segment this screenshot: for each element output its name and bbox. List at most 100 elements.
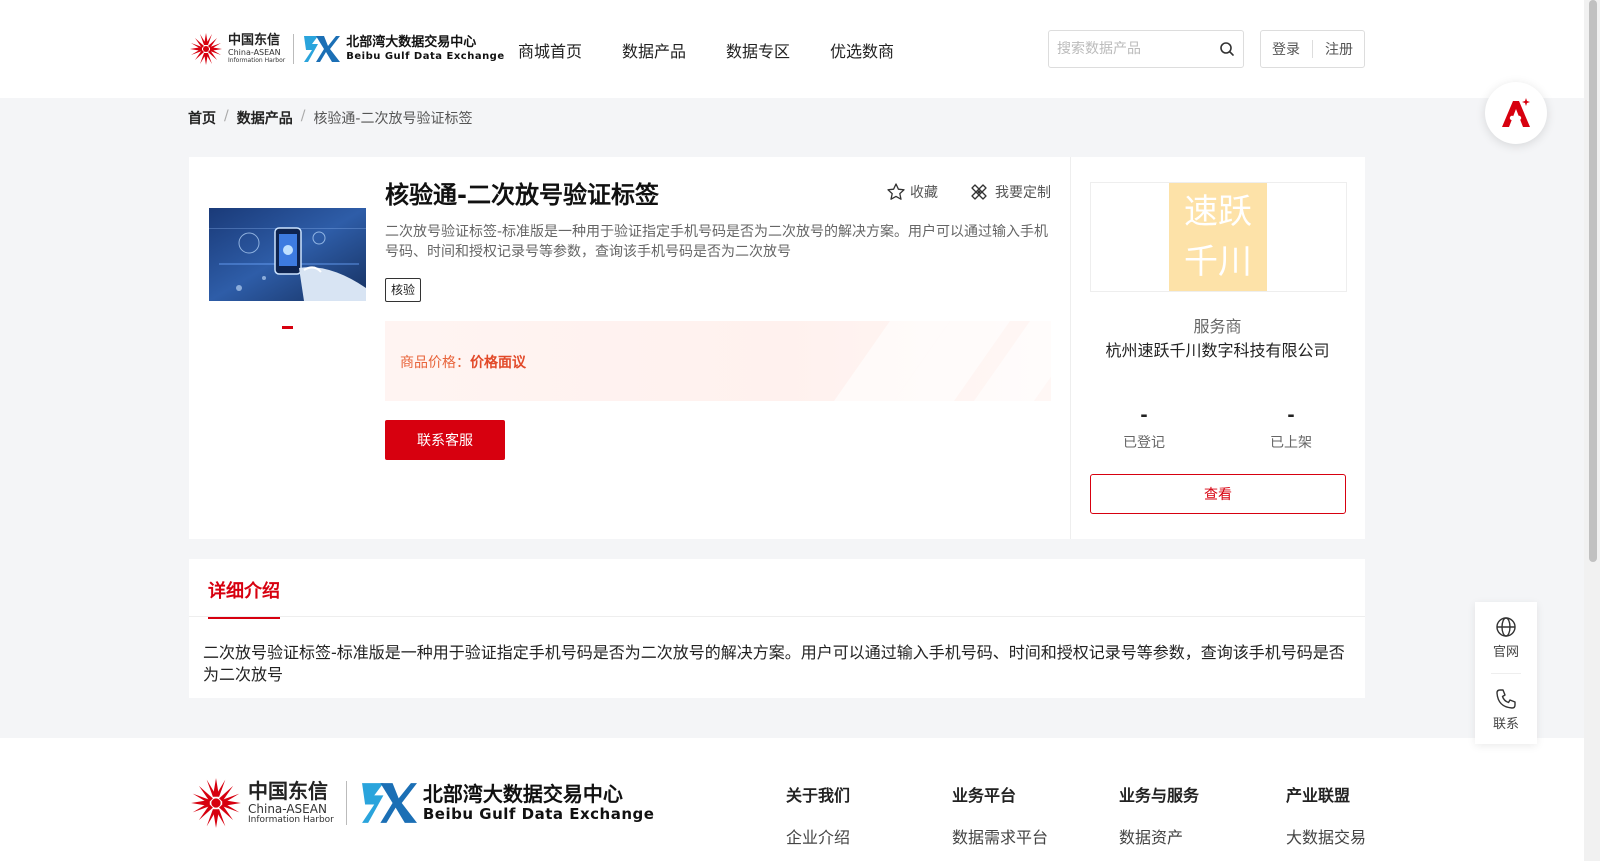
- breadcrumb-bar: 首页 / 数据产品 / 核验通-二次放号验证标签: [0, 98, 1584, 137]
- customize-button[interactable]: 我要定制: [969, 182, 1051, 202]
- breadcrumb-home[interactable]: 首页: [188, 108, 216, 128]
- register-link[interactable]: 注册: [1325, 39, 1353, 59]
- footer-link[interactable]: 数据资产: [1119, 824, 1199, 848]
- logo-bb-line1: 北部湾大数据交易中心: [346, 35, 477, 50]
- tab-underline: [189, 616, 1365, 617]
- footer-link[interactable]: 数据需求平台: [952, 824, 1048, 848]
- auth-divider: [1312, 40, 1313, 58]
- side-contact-button[interactable]: 联系: [1475, 688, 1537, 732]
- listed-label: 已上架: [1270, 435, 1312, 451]
- product-image[interactable]: [209, 208, 366, 301]
- breadcrumb-current: 核验通-二次放号验证标签: [313, 111, 473, 127]
- customize-tools-icon: [971, 184, 987, 200]
- logo-cn-line1: 中国东信: [228, 33, 281, 48]
- breadcrumb-category[interactable]: 数据产品: [237, 108, 293, 128]
- beibu-gulf-bx-icon: [304, 36, 341, 62]
- footer-china-asean-logo-text: 中国东信 China-ASEAN Information Harbor: [248, 781, 334, 825]
- customize-label: 我要定制: [995, 185, 1051, 201]
- logo-cn-line2: China-ASEAN: [248, 802, 327, 816]
- side-website-button[interactable]: 官网: [1475, 616, 1537, 660]
- favorite-button[interactable]: 收藏: [886, 182, 938, 202]
- phone-icon: [1496, 689, 1516, 709]
- logo-bb-line2: Beibu Gulf Data Exchange: [422, 805, 655, 823]
- price-text: 商品价格：价格面议: [400, 352, 526, 372]
- product-description: 二次放号验证标签-标准版是一种用于验证指定手机号码是否为二次放号的解决方案。用户…: [385, 224, 1049, 260]
- side-contact-label: 联系: [1492, 717, 1519, 732]
- china-asean-logo-text: 中国东信 China-ASEAN Information Harbor: [228, 34, 285, 64]
- logo-divider: [345, 781, 347, 825]
- detail-text: 二次放号验证标签-标准版是一种用于验证指定手机号码是否为二次放号的解决方案。用户…: [203, 643, 1345, 684]
- footer-link[interactable]: 大数据交易: [1286, 824, 1366, 848]
- nav-data-products[interactable]: 数据产品: [622, 38, 686, 62]
- logo-bb-line2: Beibu Gulf Data Exchange: [346, 51, 505, 62]
- breadcrumb: 首页 / 数据产品 / 核验通-二次放号验证标签: [188, 108, 473, 128]
- beibu-gulf-bx-icon: [361, 783, 417, 823]
- logo-cn-line1: 中国东信: [248, 779, 328, 803]
- search-input[interactable]: [1057, 41, 1219, 57]
- star-icon: [887, 183, 905, 200]
- china-asean-flower-icon: [190, 33, 222, 65]
- breadcrumb-separator: /: [300, 108, 306, 124]
- product-tag: 核验: [385, 278, 422, 302]
- globe-icon: [1496, 617, 1516, 637]
- footer-col-title: 产业联盟: [1286, 786, 1351, 805]
- search-icon[interactable]: [1219, 41, 1235, 57]
- listed-stat: - 已上架: [1231, 405, 1351, 452]
- view-vendor-button[interactable]: 查看: [1090, 474, 1346, 514]
- footer-col-about: 关于我们 企业介绍: [786, 782, 850, 848]
- footer-beibu-gulf-logo-text: 北部湾大数据交易中心 Beibu Gulf Data Exchange: [423, 784, 655, 822]
- price-label: 商品价格：: [400, 355, 470, 371]
- footer-logo[interactable]: 中国东信 China-ASEAN Information Harbor 北部湾大…: [188, 774, 654, 832]
- carousel-indicator[interactable]: [282, 326, 293, 329]
- price-panel: 商品价格：价格面议: [385, 321, 1051, 401]
- vendor-logo-line2: 千川: [1184, 242, 1252, 282]
- nav-data-zone[interactable]: 数据专区: [726, 38, 790, 62]
- vendor-logo-mark: 速跃 千川: [1169, 183, 1267, 291]
- footer-col-alliance: 产业联盟 大数据交易: [1286, 782, 1366, 848]
- footer-link[interactable]: 企业介绍: [786, 824, 850, 848]
- footer-col-title: 关于我们: [786, 786, 851, 805]
- listed-value: -: [1287, 405, 1295, 426]
- logo-cn-line3: Information Harbor: [228, 57, 286, 64]
- registered-stat: - 已登记: [1084, 405, 1204, 452]
- auth-box: 登录 注册: [1260, 30, 1365, 68]
- breadcrumb-separator: /: [224, 108, 229, 124]
- side-website-label: 官网: [1492, 645, 1519, 660]
- nav-mall-home[interactable]: 商城首页: [518, 38, 582, 62]
- footer-col-services: 业务与服务 数据资产: [1119, 782, 1199, 848]
- logo-bb-line1: 北部湾大数据交易中心: [422, 782, 623, 806]
- ai-assistant-icon: [1502, 98, 1530, 127]
- footer-col-title: 业务与服务: [1119, 786, 1200, 805]
- logo-cn-line2: China-ASEAN: [228, 48, 281, 57]
- side-float-panel: 官网 联系: [1475, 602, 1537, 744]
- logo-divider: [293, 34, 295, 64]
- registered-value: -: [1140, 405, 1148, 426]
- scrollbar-thumb[interactable]: [1589, 0, 1597, 562]
- registered-label: 已登记: [1123, 435, 1165, 451]
- vendor-role: 服务商: [1193, 317, 1242, 336]
- product-title: 核验通-二次放号验证标签: [385, 181, 659, 209]
- contact-service-button[interactable]: 联系客服: [385, 420, 505, 460]
- detail-section: 详细介绍 二次放号验证标签-标准版是一种用于验证指定手机号码是否为二次放号的解决…: [189, 559, 1365, 698]
- beibu-gulf-logo-text: 北部湾大数据交易中心 Beibu Gulf Data Exchange: [346, 36, 504, 62]
- vendor-logo-line1: 速跃: [1184, 192, 1252, 232]
- main-nav: 商城首页 数据产品 数据专区 优选数商: [518, 38, 894, 62]
- favorite-label: 收藏: [910, 185, 938, 201]
- footer-col-title: 业务平台: [952, 786, 1017, 805]
- header: 中国东信 China-ASEAN Information Harbor 北部湾大…: [0, 0, 1584, 98]
- product-card: 核验通-二次放号验证标签 收藏 我要定制 二次放号验证标签-标准版是一种用于验证…: [189, 157, 1365, 539]
- vendor-logo[interactable]: 速跃 千川: [1090, 182, 1347, 292]
- footer: 中国东信 China-ASEAN Information Harbor 北部湾大…: [0, 738, 1584, 861]
- logo-cn-line3: Information Harbor: [248, 815, 334, 825]
- nav-preferred-merchants[interactable]: 优选数商: [830, 38, 894, 62]
- tab-detail-intro[interactable]: 详细介绍: [208, 577, 280, 619]
- search-box: [1048, 30, 1244, 68]
- china-asean-flower-icon: [191, 778, 241, 828]
- site-logo[interactable]: 中国东信 China-ASEAN Information Harbor 北部湾大…: [188, 30, 505, 68]
- footer-col-platform: 业务平台 数据需求平台: [952, 782, 1048, 848]
- login-link[interactable]: 登录: [1272, 39, 1300, 59]
- price-value: 价格面议: [470, 355, 526, 371]
- vendor-name: 杭州速跃千川数字科技有限公司: [1105, 341, 1330, 360]
- side-divider: [1491, 673, 1521, 674]
- ai-assistant-button[interactable]: [1485, 82, 1547, 144]
